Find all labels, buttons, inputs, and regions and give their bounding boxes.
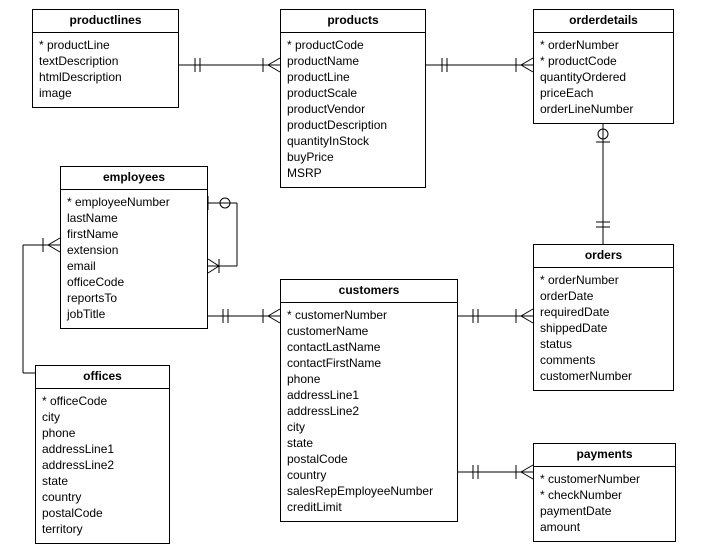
field: productVendor [287,101,419,117]
field: lastName [67,210,201,226]
entity-productlines: productlines * productLine textDescripti… [32,9,179,108]
field: state [287,435,451,451]
entity-fields: * productLine textDescription htmlDescri… [33,33,178,107]
field: addressLine2 [287,403,451,419]
field: orderDate [540,288,667,304]
field: productName [287,53,419,69]
entity-offices: offices * officeCode city phone addressL… [35,365,170,544]
entity-fields: * orderNumber orderDate requiredDate shi… [534,268,673,390]
entity-orders: orders * orderNumber orderDate requiredD… [533,244,674,391]
entity-fields: * customerNumber customerName contactLas… [281,303,457,521]
field: comments [540,352,667,368]
field: contactFirstName [287,355,451,371]
field: productLine [287,69,419,85]
field: contactLastName [287,339,451,355]
field: * employeeNumber [67,194,201,210]
field: htmlDescription [39,69,172,85]
field: addressLine1 [287,387,451,403]
field: paymentDate [540,503,669,519]
field: status [540,336,667,352]
field: shippedDate [540,320,667,336]
entity-payments: payments * customerNumber * checkNumber … [533,443,676,542]
field: jobTitle [67,306,201,322]
field: firstName [67,226,201,242]
field: buyPrice [287,149,419,165]
entity-title: employees [61,167,207,190]
field: customerNumber [540,368,667,384]
field: country [287,467,451,483]
field: addressLine1 [42,441,163,457]
field: quantityOrdered [540,69,667,85]
field: postalCode [287,451,451,467]
field: city [42,409,163,425]
entity-title: payments [534,444,675,467]
field: customerName [287,323,451,339]
field: * checkNumber [540,487,669,503]
field: territory [42,521,163,537]
field: quantityInStock [287,133,419,149]
field: image [39,85,172,101]
entity-title: offices [36,366,169,389]
entity-orderdetails: orderdetails * orderNumber * productCode… [533,9,674,124]
field: * officeCode [42,393,163,409]
field: priceEach [540,85,667,101]
field: extension [67,242,201,258]
field: requiredDate [540,304,667,320]
field: productScale [287,85,419,101]
field: * productLine [39,37,172,53]
field: * orderNumber [540,272,667,288]
entity-products: products * productCode productName produ… [280,9,426,188]
field: amount [540,519,669,535]
entity-employees: employees * employeeNumber lastName firs… [60,166,208,329]
field: email [67,258,201,274]
entity-customers: customers * customerNumber customerName … [280,279,458,522]
entity-title: orders [534,245,673,268]
field: state [42,473,163,489]
field: phone [287,371,451,387]
entity-title: productlines [33,10,178,33]
field: postalCode [42,505,163,521]
entity-fields: * customerNumber * checkNumber paymentDa… [534,467,675,541]
entity-title: orderdetails [534,10,673,33]
field: MSRP [287,165,419,181]
field: * customerNumber [287,307,451,323]
field: * orderNumber [540,37,667,53]
entity-fields: * productCode productName productLine pr… [281,33,425,187]
field: reportsTo [67,290,201,306]
field: textDescription [39,53,172,69]
field: creditLimit [287,499,451,515]
field: city [287,419,451,435]
entity-fields: * orderNumber * productCode quantityOrde… [534,33,673,123]
field: productDescription [287,117,419,133]
field: orderLineNumber [540,101,667,117]
entity-fields: * officeCode city phone addressLine1 add… [36,389,169,543]
field: officeCode [67,274,201,290]
entity-title: products [281,10,425,33]
field: * productCode [540,53,667,69]
field: * productCode [287,37,419,53]
field: addressLine2 [42,457,163,473]
entity-title: customers [281,280,457,303]
field: salesRepEmployeeNumber [287,483,451,499]
field: country [42,489,163,505]
entity-fields: * employeeNumber lastName firstName exte… [61,190,207,328]
field: * customerNumber [540,471,669,487]
field: phone [42,425,163,441]
